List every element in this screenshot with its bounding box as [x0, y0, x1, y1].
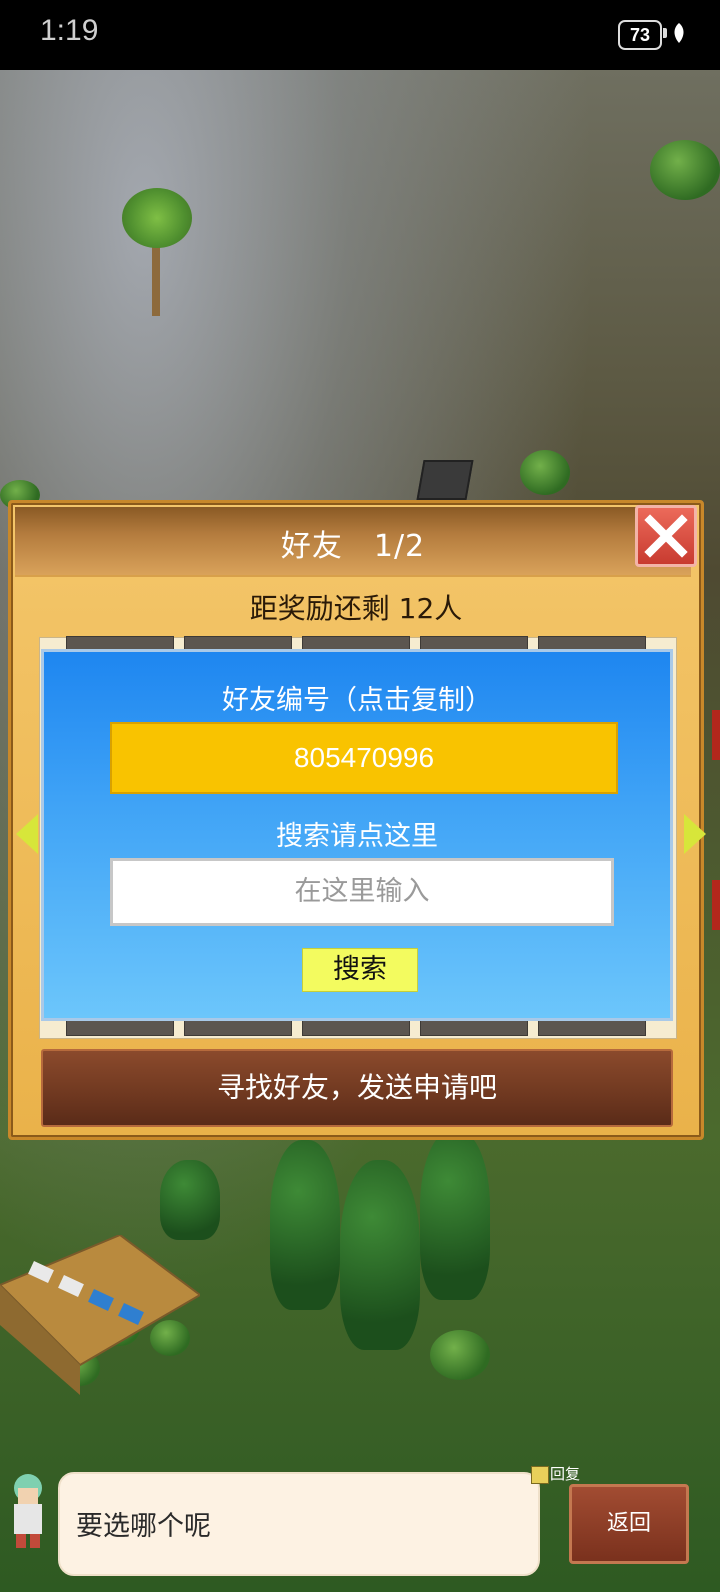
close-button[interactable]: [635, 505, 697, 567]
friend-dialog: 好友 1/2 距奖励还剩 12人 好友编号（点击复制） 805470996 搜索…: [8, 500, 704, 1140]
friend-slot[interactable]: [420, 1020, 528, 1036]
tree-icon: [160, 1160, 220, 1240]
battery-tip-icon: [663, 28, 667, 38]
reply-icon[interactable]: [531, 1466, 549, 1484]
previous-page-arrow-icon[interactable]: [16, 814, 38, 854]
friend-slot[interactable]: [184, 1020, 292, 1036]
bush-icon: [650, 140, 720, 200]
status-bar: 1:19 73: [0, 0, 720, 70]
search-label: 搜索请点这里: [276, 821, 438, 852]
back-button[interactable]: 返回: [569, 1484, 689, 1564]
tree-icon: [340, 1160, 420, 1350]
reply-label[interactable]: 回复: [550, 1463, 580, 1484]
dialog-header: 好友 1/2: [15, 507, 691, 577]
friend-search-panel: 好友编号（点击复制） 805470996 搜索请点这里 在这里输入 搜索: [41, 649, 673, 1021]
character-avatar: [14, 1474, 42, 1548]
speech-bubble: 要选哪个呢: [58, 1472, 540, 1576]
search-input[interactable]: 在这里输入: [110, 858, 614, 926]
dialog-title: 好友 1/2: [280, 529, 426, 564]
bush-icon: [520, 450, 570, 495]
side-tab[interactable]: [712, 880, 720, 930]
tree-icon: [420, 1130, 490, 1300]
palm-tree-icon: [122, 188, 192, 248]
reward-remaining-text: 距奖励还剩 12人: [249, 592, 463, 625]
inn-building-icon: [0, 1235, 200, 1395]
friend-slot[interactable]: [66, 1020, 174, 1036]
side-tab[interactable]: [712, 710, 720, 760]
close-icon: [644, 514, 688, 558]
friend-id-copy-button[interactable]: 805470996: [110, 722, 618, 794]
clock-time: 1:19: [40, 14, 99, 47]
next-page-arrow-icon[interactable]: [684, 814, 706, 854]
friend-id-label: 好友编号（点击复制）: [222, 685, 492, 716]
friend-slot[interactable]: [302, 1020, 410, 1036]
leaf-icon: [674, 23, 684, 43]
friend-slot[interactable]: [538, 1020, 646, 1036]
find-friends-button[interactable]: 寻找好友，发送申请吧: [41, 1049, 673, 1127]
battery-icon: 73: [618, 20, 662, 50]
speech-text: 要选哪个呢: [76, 1511, 211, 1542]
search-button[interactable]: 搜索: [302, 948, 418, 992]
bush-icon: [430, 1330, 490, 1380]
cart-icon: [416, 460, 474, 500]
tree-icon: [270, 1140, 340, 1310]
